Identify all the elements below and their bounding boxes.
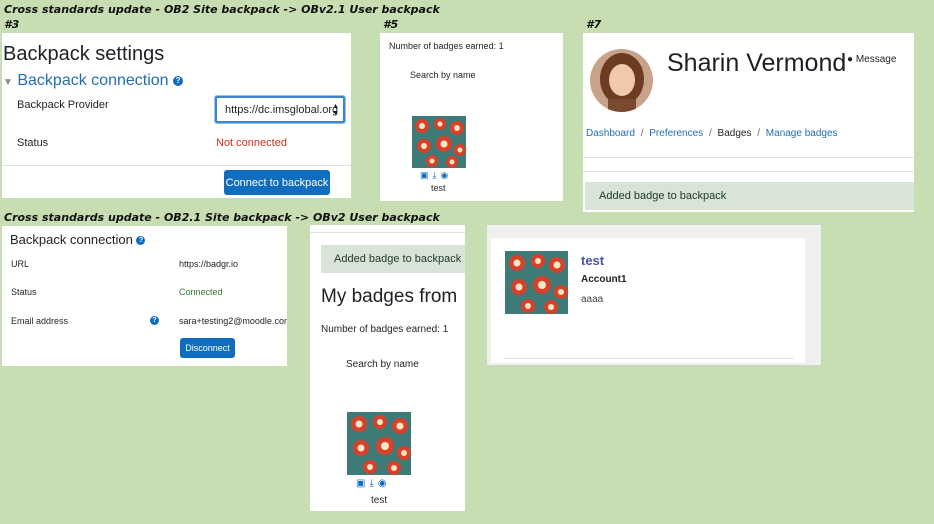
divider	[583, 171, 914, 172]
status-label: Status	[17, 137, 49, 149]
connection-title-label: Backpack connection	[10, 232, 133, 247]
success-alert: Added badge to backpack	[585, 182, 914, 210]
help-icon[interactable]: ?	[173, 75, 184, 86]
section-heading-label[interactable]: Backpack connection	[17, 72, 168, 89]
badge-title-link[interactable]: test	[581, 253, 604, 268]
breadcrumb-badges: Badges	[717, 128, 752, 139]
breadcrumb: Dashboard / Preferences / Badges / Manag…	[586, 128, 838, 139]
section-caption-2: Cross standards update - OB2.1 Site back…	[4, 211, 440, 224]
badge-image[interactable]	[412, 116, 466, 168]
divider	[2, 165, 351, 166]
badge-image[interactable]	[347, 412, 411, 475]
breadcrumb-dashboard[interactable]: Dashboard	[586, 128, 635, 139]
screenshot-label-3: #3	[4, 18, 20, 31]
url-value: https://badgr.io	[179, 259, 239, 269]
backpack-connection-heading[interactable]: ▼ Backpack connection ?	[3, 72, 184, 90]
search-by-name[interactable]: Search by name	[410, 70, 476, 80]
backpack-icon[interactable]: ▣	[356, 478, 365, 489]
backpack-connection-panel: Backpack connection ? URL https://badgr.…	[2, 226, 287, 366]
profile-panel: Sharin Vermond ● Message Dashboard / Pre…	[583, 33, 914, 212]
badge-detail-panel: test Account1 aaaa	[487, 225, 821, 365]
view-icon[interactable]: ◉	[441, 170, 449, 181]
email-label: Email address	[11, 316, 69, 326]
provider-select-value: https://dc.imsglobal.org	[225, 104, 339, 116]
provider-select[interactable]: https://dc.imsglobal.org ▲ ▼	[215, 96, 345, 123]
select-arrows-icon: ▲ ▼	[332, 103, 339, 117]
screenshot-label-7: #7	[586, 18, 602, 31]
search-by-name[interactable]: Search by name	[346, 359, 419, 370]
divider	[504, 358, 794, 359]
badge-name: test	[371, 495, 388, 506]
badge-count: Number of badges earned: 1	[321, 324, 449, 335]
help-icon[interactable]: ?	[136, 236, 146, 246]
backpack-settings-panel: Backpack settings ▼ Backpack connection …	[2, 33, 351, 198]
badge-count: Number of badges earned: 1	[389, 41, 504, 51]
profile-name: Sharin Vermond	[667, 49, 847, 77]
speech-bubble-icon: ●	[847, 54, 854, 65]
download-icon[interactable]: ⤓	[433, 170, 437, 181]
divider	[310, 232, 465, 233]
status-label: Status	[11, 287, 37, 297]
success-alert: Added badge to backpack	[321, 245, 465, 273]
message-button[interactable]: ● Message	[847, 54, 896, 65]
url-label: URL	[11, 259, 30, 269]
badge-description: aaaa	[581, 294, 604, 305]
badge-image	[505, 251, 568, 314]
connect-to-backpack-button[interactable]: Connect to backpack	[224, 170, 330, 195]
breadcrumb-separator: /	[708, 128, 712, 139]
message-label: Message	[855, 54, 897, 65]
breadcrumb-manage-badges[interactable]: Manage badges	[766, 128, 838, 139]
section-caption-1: Cross standards update - OB2 Site backpa…	[4, 3, 440, 16]
download-icon[interactable]: ⤓	[369, 478, 373, 489]
badge-issuer: Account1	[581, 274, 627, 285]
breadcrumb-separator: /	[640, 128, 644, 139]
breadcrumb-preferences[interactable]: Preferences	[649, 128, 703, 139]
screenshot-label-5: #5	[383, 18, 399, 31]
email-value: sara+testing2@moodle.com	[179, 316, 287, 326]
connection-title: Backpack connection ?	[10, 232, 146, 247]
status-value: Not connected	[216, 137, 287, 149]
status-value: Connected	[179, 287, 223, 297]
provider-label: Backpack Provider	[17, 99, 109, 111]
collapse-icon[interactable]: ▼	[3, 77, 13, 88]
divider	[583, 157, 914, 158]
badge-actions: ▣ ⤓ ◉	[420, 170, 448, 181]
disconnect-button[interactable]: Disconnect	[180, 338, 235, 358]
my-badges-panel: Added badge to backpack My badges from N…	[310, 225, 465, 511]
badge-name: test	[431, 183, 446, 193]
avatar	[590, 49, 653, 112]
badge-actions: ▣ ⤓ ◉	[356, 478, 387, 489]
view-icon[interactable]: ◉	[378, 478, 387, 489]
my-badges-heading: My badges from	[321, 286, 458, 307]
badges-list-panel: Number of badges earned: 1 Search by nam…	[380, 33, 563, 201]
breadcrumb-separator: /	[757, 128, 761, 139]
email-help-icon[interactable]: ?	[150, 312, 159, 330]
page-title: Backpack settings	[3, 43, 165, 65]
backpack-icon[interactable]: ▣	[420, 170, 429, 181]
